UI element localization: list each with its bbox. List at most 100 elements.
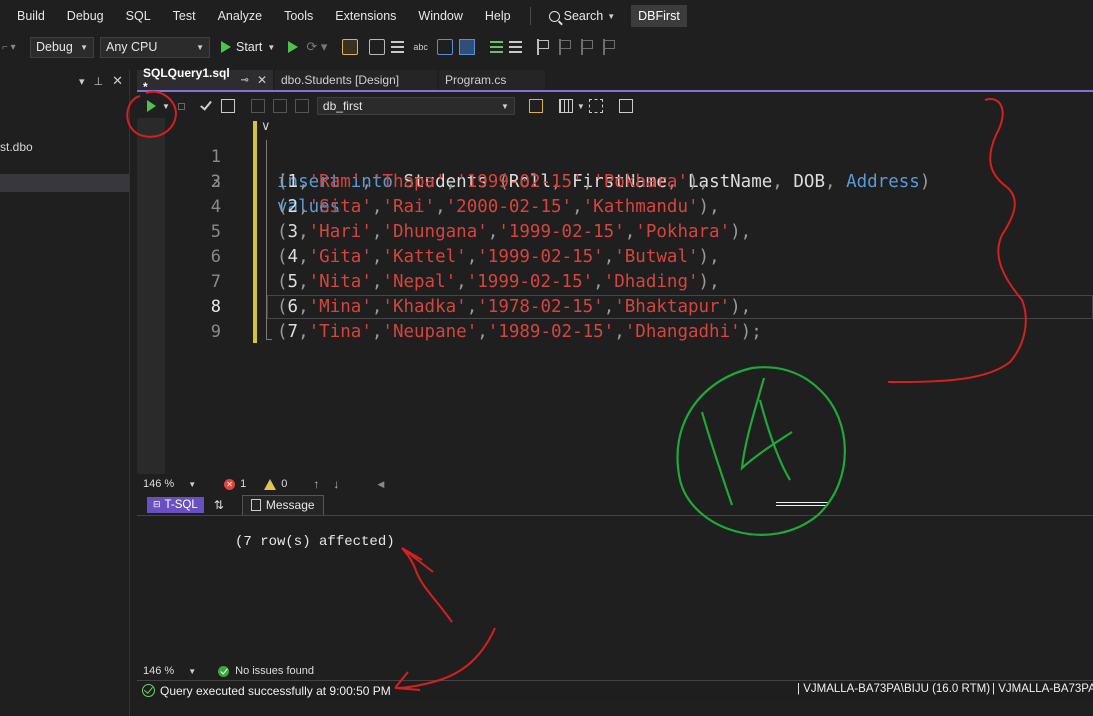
chevron-down-icon[interactable]: ▼ [577, 102, 585, 111]
uncomment-icon[interactable] [508, 40, 522, 54]
number-literal: 1 [287, 172, 299, 192]
tab-label: Program.cs [445, 73, 507, 87]
warning-count[interactable]: 0 [281, 478, 287, 490]
select-icon[interactable] [436, 39, 453, 55]
punctuation: ); [740, 322, 762, 342]
menu-tools[interactable]: Tools [273, 0, 324, 32]
punctuation: , [624, 222, 636, 242]
sql-editor[interactable]: ∨ 1 insert into Students (Roll, FirstNam… [137, 118, 1093, 474]
punctuation: ), [688, 172, 710, 192]
string-literal: 'Dhading' [603, 272, 699, 292]
configuration-dropdown[interactable]: Debug ▼ [30, 36, 94, 58]
server-connection-2: | VJMALLA-BA73PA [992, 683, 1093, 695]
query-options-icon[interactable] [528, 99, 543, 113]
next-bookmark-icon[interactable] [580, 39, 597, 55]
menu-test[interactable]: Test [162, 0, 207, 32]
number-literal: 7 [287, 322, 299, 342]
sql-toolbar: ▼ db_first ▼ ▼ [137, 94, 1093, 118]
database-value: db_first [322, 99, 363, 113]
menu-extensions[interactable]: Extensions [324, 0, 407, 32]
platform-dropdown[interactable]: Any CPU ▼ [100, 36, 210, 58]
close-icon[interactable]: ✕ [257, 73, 267, 87]
string-literal: 'Thapa' [371, 172, 446, 192]
tab-sqlquery1[interactable]: SQLQuery1.sql * ⊸ ✕ [137, 66, 273, 94]
bookmark-icon[interactable] [536, 39, 553, 55]
chevron-down-icon[interactable]: ▼ [162, 102, 170, 111]
properties-icon[interactable] [618, 99, 633, 113]
error-icon[interactable]: ✕ [224, 478, 236, 490]
code-line-3: 3 (1,'Ram','Thapa','1999-02-15','Pokhara'… [137, 170, 1093, 195]
spell-check-icon[interactable]: abc [413, 42, 428, 52]
previous-bookmark-icon[interactable] [558, 39, 575, 55]
pin-icon[interactable]: ⊸ [241, 75, 249, 86]
punctuation: , [371, 222, 383, 242]
menu-analyze[interactable]: Analyze [207, 0, 273, 32]
folder-icon[interactable] [342, 39, 359, 55]
tree-item[interactable]: st.dbo [0, 140, 33, 154]
search-button[interactable]: Search ▼ [539, 9, 626, 23]
navigate-arrows-icon[interactable]: ↑↓ [313, 477, 353, 491]
chevron-down-icon: ▼ [196, 42, 204, 52]
menu-build[interactable]: Build [0, 0, 56, 32]
tab-message[interactable]: Message [241, 494, 324, 515]
results-to-grid-icon[interactable] [558, 99, 573, 113]
pin-icon[interactable]: ⊥ [94, 75, 104, 88]
tab-tsql[interactable]: ⊟ T-SQL [147, 496, 204, 513]
punctuation: , [445, 172, 457, 192]
result-message: (7 row(s) affected) [235, 534, 395, 550]
string-literal: 'Nita' [308, 272, 372, 292]
stop-icon[interactable] [177, 102, 185, 110]
string-literal: '2000-02-15' [445, 197, 573, 217]
database-dropdown[interactable]: db_first ▼ [316, 97, 515, 115]
menu-sql[interactable]: SQL [115, 0, 162, 32]
window-layout-icon[interactable] [369, 39, 386, 55]
zoom-value: 146 % [143, 665, 175, 677]
hot-reload-icon[interactable]: ⟳ ▾ [306, 39, 327, 55]
chevron-down-icon: ▼ [80, 42, 88, 52]
change-connection-icon[interactable] [294, 99, 309, 113]
execute-icon[interactable] [147, 100, 156, 112]
check-circle-icon [218, 665, 230, 677]
solution-name: DBFirst [631, 5, 687, 27]
start-button[interactable]: Start ▼ [216, 40, 280, 54]
chevron-down-icon[interactable]: ▾ [79, 75, 85, 88]
clear-bookmarks-icon[interactable] [602, 39, 619, 55]
estimated-plan-icon[interactable] [220, 99, 235, 113]
zoom-dropdown[interactable]: 146 % ▼ [137, 665, 202, 677]
menu-window[interactable]: Window [407, 0, 473, 32]
splitter-grip[interactable] [776, 502, 828, 506]
code-line-8: 8 (6,'Mina','Khadka','1978-02-15','Bhakta… [137, 295, 1093, 320]
error-count[interactable]: 1 [240, 478, 246, 490]
string-literal: '1999-02-15' [477, 247, 604, 267]
format-icon[interactable] [391, 40, 405, 54]
warning-icon[interactable] [264, 478, 277, 490]
undo-icon[interactable]: ⌐ ▾ [0, 42, 30, 53]
toggle-icon[interactable] [458, 39, 475, 55]
connect-icon[interactable] [250, 99, 265, 113]
parse-check-icon[interactable] [200, 98, 212, 111]
punctuation: ( [277, 222, 288, 242]
zoom-value: 146 % [143, 478, 175, 490]
menu-separator [529, 7, 531, 25]
punctuation: , [298, 247, 309, 267]
disconnect-icon[interactable] [272, 99, 287, 113]
document-icon [250, 499, 261, 511]
chevron-down-icon: ▼ [501, 101, 509, 111]
menu-debug[interactable]: Debug [56, 0, 115, 32]
tab-students-design[interactable]: dbo.Students [Design] [275, 70, 437, 90]
comment-icon[interactable] [489, 40, 503, 54]
selected-tree-item[interactable] [0, 174, 129, 192]
number-literal: 4 [287, 247, 299, 267]
start-label: Start [236, 40, 263, 54]
start-without-debugging-icon[interactable] [288, 41, 299, 53]
zoom-dropdown[interactable]: 146 % ▼ [137, 478, 202, 490]
tab-program-cs[interactable]: Program.cs [439, 70, 545, 90]
sql-icon: ⊟ [153, 499, 161, 509]
line-number: 5 [210, 222, 221, 242]
punctuation: , [298, 172, 309, 192]
menu-help[interactable]: Help [474, 0, 522, 32]
swap-icon[interactable]: ⇅ [214, 498, 224, 512]
scroll-left-icon[interactable]: ◀ [377, 479, 384, 490]
close-icon[interactable]: ✕ [112, 73, 123, 89]
tree-view-icon[interactable] [588, 99, 603, 113]
